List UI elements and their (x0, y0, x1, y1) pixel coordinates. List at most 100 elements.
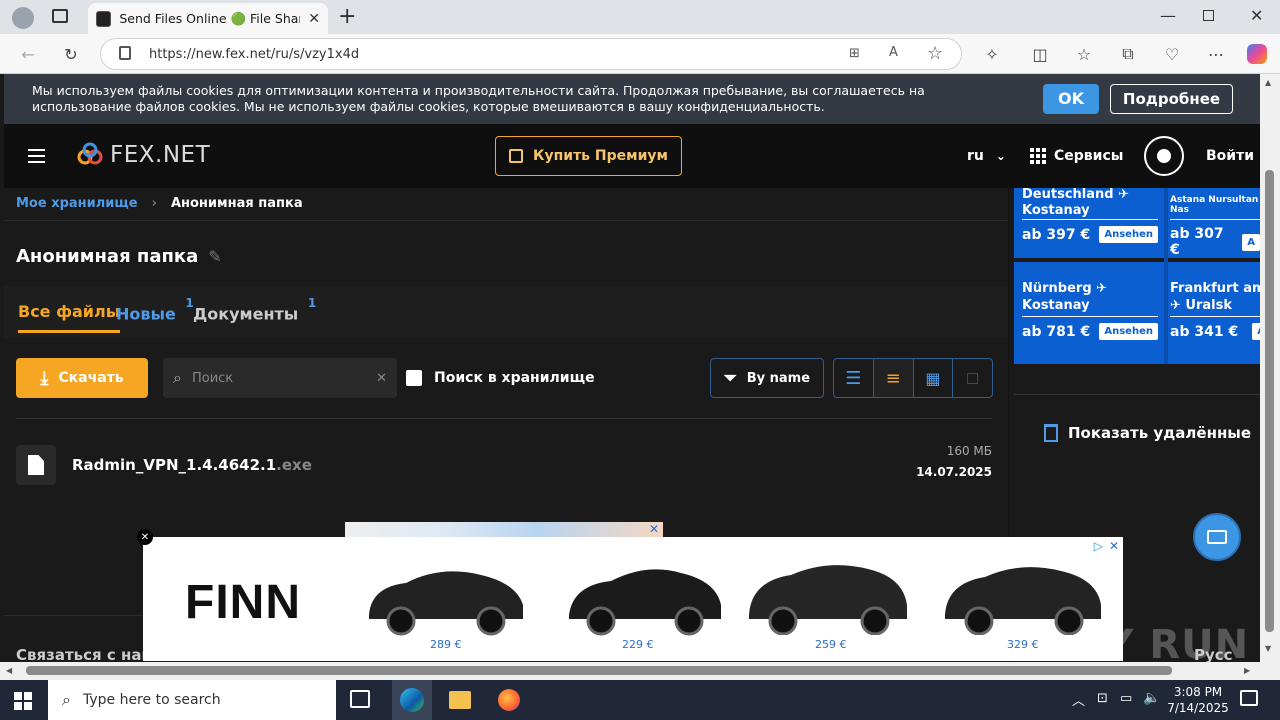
tray-chevron-up-icon[interactable]: ︿ (1072, 690, 1085, 709)
site-header: FEX.NET Купить Премиум ru ⌄ Сервисы Войт… (4, 124, 1260, 188)
tab-documents[interactable]: Документы 1 (193, 296, 316, 323)
horizontal-scroll-thumb[interactable] (26, 666, 1172, 675)
clear-search-icon[interactable]: ✕ (376, 371, 387, 386)
new-tab-icon[interactable]: + (338, 4, 356, 29)
services-menu[interactable]: Сервисы (1030, 148, 1123, 164)
favorites-icon[interactable]: ☆ (1070, 40, 1098, 68)
file-row[interactable]: Radmin_VPN_1.4.4642.1.exe 160 МБ 14.07.2… (16, 444, 992, 486)
login-link[interactable]: Войти (1206, 148, 1254, 164)
firefox-icon[interactable] (498, 689, 520, 711)
grid-icon (1030, 148, 1046, 164)
show-deleted-button[interactable]: Показать удалённые (1044, 424, 1251, 442)
minimize-icon[interactable]: — (1160, 6, 1176, 25)
search-storage-label: Поиск в хранилище (434, 370, 595, 386)
split-screen-icon[interactable]: ◫ (1026, 40, 1054, 68)
view-list-icon[interactable]: ☰ (834, 359, 874, 397)
read-aloud-icon[interactable]: A (889, 45, 898, 60)
car-image-1 (369, 571, 523, 636)
url-field[interactable]: https://new.fex.net/ru/s/vzy1x4d ⊞ A ☆ (100, 38, 962, 70)
divider (1014, 394, 1260, 395)
tab-new[interactable]: Новые 1 (116, 296, 194, 323)
app-install-icon[interactable]: ⊞ (849, 46, 860, 61)
buy-premium-button[interactable]: Купить Премиум (495, 136, 682, 176)
download-button[interactable]: ⤓ Скачать (16, 358, 148, 398)
flight-ad-3[interactable]: Nürnberg ✈ Kostanay ab 781 € Ansehen (1022, 280, 1158, 340)
download-label: Скачать (58, 370, 124, 386)
flight-ad-2[interactable]: Astana Nursultan Nas ab 307 € A (1170, 188, 1260, 258)
edge-taskbar-icon[interactable] (392, 680, 432, 720)
tab-actions-icon[interactable] (52, 9, 68, 23)
sort-button[interactable]: ⏷ By name (710, 358, 824, 398)
copilot-icon[interactable] (1247, 44, 1267, 64)
view-compact-list-icon[interactable]: ≡ (873, 359, 914, 397)
flight-ad-4[interactable]: Frankfurt am ✈ Uralsk ab 341 € A (1170, 280, 1260, 340)
profile-avatar[interactable] (12, 7, 34, 29)
tab-all-files[interactable]: Все файлы (18, 302, 121, 333)
scroll-up-icon[interactable]: ▲ (1265, 78, 1271, 87)
scroll-down-icon[interactable]: ▼ (1265, 644, 1271, 653)
bottom-car-ad[interactable]: ✕ ▷ ✕ FINN 289 € 229 € 259 € 329 € (137, 529, 1123, 661)
hamburger-menu-icon[interactable] (28, 149, 45, 163)
scroll-left-icon[interactable]: ◀ (6, 666, 12, 675)
tray-network-icon[interactable]: ⊡ (1097, 691, 1108, 706)
language-selector[interactable]: ru ⌄ (967, 148, 1006, 164)
back-icon[interactable]: ← (14, 40, 42, 68)
flight-ad-1-route: Deutschland ✈ Kostanay (1022, 188, 1158, 220)
windows-start-icon[interactable] (14, 692, 32, 710)
search-field[interactable]: ⌕ Поиск ✕ (163, 358, 397, 398)
logo[interactable]: FEX.NET (76, 142, 210, 168)
tray-volume-icon[interactable]: 🔈 (1143, 690, 1160, 706)
adchoices-icon[interactable]: ▷ (1094, 539, 1103, 553)
ad-banner-small[interactable]: ✕ (345, 522, 663, 538)
ad-close-icon[interactable]: ✕ (649, 522, 659, 536)
restore-icon[interactable] (1203, 10, 1214, 21)
finn-logo: FINN (185, 576, 301, 629)
view-tiles-icon[interactable]: □ (953, 359, 992, 397)
horizontal-scrollbar[interactable]: ◀ ▶ (0, 662, 1280, 680)
active-tab[interactable]: Send Files Online 🟢 File Sharing ✕ (88, 3, 328, 34)
vertical-scroll-thumb[interactable] (1265, 170, 1274, 632)
view-grid-icon[interactable]: ▦ (914, 359, 954, 397)
flight-ad-3-cta[interactable]: Ansehen (1099, 323, 1158, 340)
file-extension: .exe (276, 456, 312, 474)
breadcrumb-root[interactable]: Мое хранилище (16, 196, 138, 211)
search-storage-checkbox[interactable] (406, 370, 422, 386)
divider (4, 220, 1008, 221)
flight-ad-1[interactable]: Deutschland ✈ Kostanay ab 397 € Ansehen (1022, 188, 1158, 243)
task-view-icon[interactable] (350, 690, 370, 708)
mail-feedback-button[interactable] (1193, 513, 1241, 561)
more-menu-icon[interactable]: ⋯ (1202, 40, 1230, 68)
site-info-icon[interactable] (119, 46, 131, 60)
file-explorer-icon[interactable] (449, 691, 471, 709)
collections-icon[interactable]: ⧉ (1114, 40, 1142, 68)
reload-icon[interactable]: ↻ (57, 40, 85, 68)
favorite-star-icon[interactable]: ☆ (927, 43, 943, 64)
user-avatar-icon[interactable] (1144, 136, 1184, 176)
scroll-right-icon[interactable]: ▶ (1244, 666, 1250, 675)
ad-close-icon[interactable]: ✕ (137, 529, 153, 545)
flight-ad-2-cta[interactable]: A (1242, 233, 1260, 251)
cookie-more-button[interactable]: Подробнее (1110, 84, 1233, 114)
fex-favicon-icon (96, 10, 112, 27)
file-name[interactable]: Radmin_VPN_1.4.4642.1.exe (72, 456, 312, 474)
vertical-scrollbar[interactable]: ▲ ▼ (1260, 74, 1280, 662)
notifications-icon[interactable] (1240, 690, 1258, 706)
taskbar-clock[interactable]: 3:08 PM 7/14/2025 (1162, 684, 1234, 716)
contact-link[interactable]: Связаться с нам (16, 646, 154, 662)
edit-pencil-icon[interactable]: ✎ (208, 247, 221, 266)
taskbar-search[interactable]: ⌕ Type here to search (48, 680, 336, 720)
flight-ad-2-route: Astana Nursultan Nas (1170, 188, 1260, 220)
flight-ad-4-cta[interactable]: A (1252, 323, 1260, 340)
browser-essentials-icon[interactable]: ♡ (1158, 40, 1186, 68)
search-input[interactable]: Поиск (192, 371, 366, 386)
tray-ethernet-icon[interactable]: ▭ (1120, 691, 1132, 706)
extensions-icon[interactable]: ✧ (978, 40, 1006, 68)
flight-ad-1-cta[interactable]: Ansehen (1099, 226, 1158, 243)
close-window-icon[interactable]: ✕ (1250, 6, 1263, 25)
chevron-right-icon: › (151, 196, 157, 211)
cookie-ok-button[interactable]: OK (1043, 84, 1099, 114)
close-tab-icon[interactable]: ✕ (308, 11, 320, 27)
flight-ad-grid[interactable]: Deutschland ✈ Kostanay ab 397 € Ansehen … (1014, 188, 1260, 364)
ad-separator (1014, 258, 1260, 262)
ad-dismiss-icon[interactable]: ✕ (1109, 539, 1119, 553)
